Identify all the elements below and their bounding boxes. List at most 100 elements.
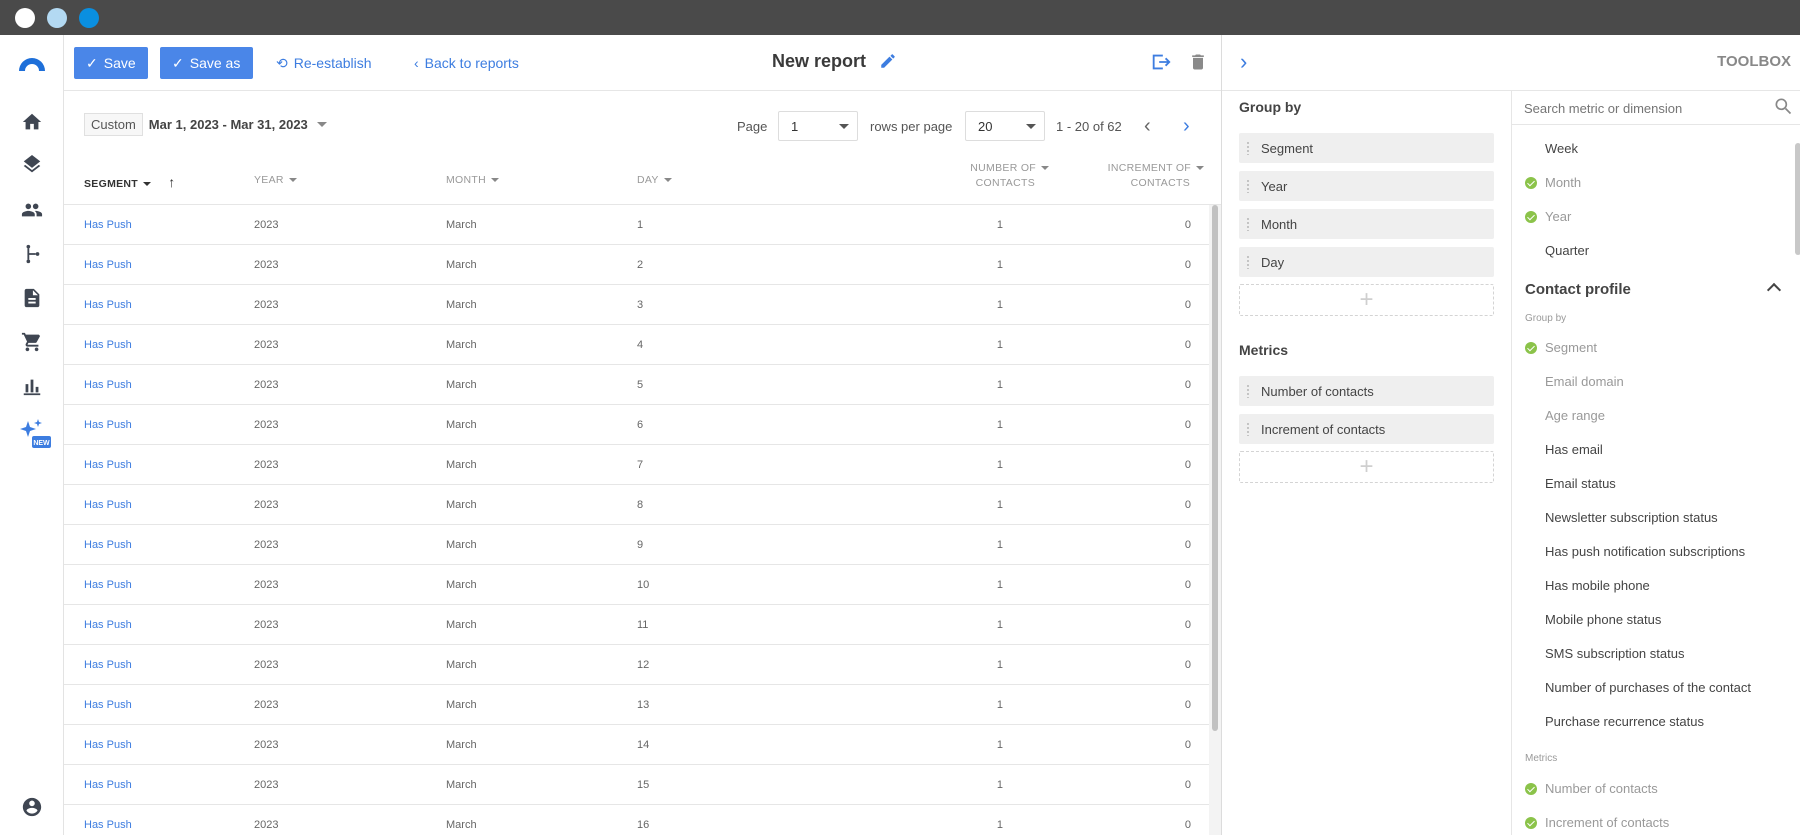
catalog-item[interactable]: Has push notification subscriptions bbox=[1545, 544, 1745, 559]
catalog-item[interactable]: Purchase recurrence status bbox=[1545, 714, 1704, 729]
catalog-item[interactable]: Year bbox=[1545, 209, 1571, 224]
page-select[interactable]: 1 bbox=[778, 111, 858, 141]
catalog-item[interactable]: Segment bbox=[1545, 340, 1597, 355]
catalog-item[interactable]: SMS subscription status bbox=[1545, 646, 1684, 661]
reestablish-button[interactable]: ⟲ Re-establish bbox=[276, 47, 372, 79]
table-row[interactable]: Has Push 2023 March 14 1 0 bbox=[64, 725, 1209, 765]
table-row[interactable]: Has Push 2023 March 12 1 0 bbox=[64, 645, 1209, 685]
table-row[interactable]: Has Push 2023 March 15 1 0 bbox=[64, 765, 1209, 805]
table-row[interactable]: Has Push 2023 March 11 1 0 bbox=[64, 605, 1209, 645]
catalog-item[interactable]: Has mobile phone bbox=[1545, 578, 1650, 593]
table-row[interactable]: Has Push 2023 March 7 1 0 bbox=[64, 445, 1209, 485]
window-close-button[interactable] bbox=[15, 8, 35, 28]
cell-segment[interactable]: Has Push bbox=[84, 499, 132, 511]
group-by-chip[interactable]: Year bbox=[1239, 171, 1494, 201]
table-row[interactable]: Has Push 2023 March 5 1 0 bbox=[64, 365, 1209, 405]
edit-title-icon[interactable] bbox=[879, 52, 897, 70]
table-row[interactable]: Has Push 2023 March 2 1 0 bbox=[64, 245, 1209, 285]
home-icon[interactable] bbox=[20, 110, 44, 134]
metrics-dropzone[interactable]: + bbox=[1239, 451, 1494, 483]
cell-segment[interactable]: Has Push bbox=[84, 379, 132, 391]
header-segment[interactable]: SEGMENT ↑ bbox=[84, 174, 176, 190]
header-day[interactable]: DAY bbox=[637, 174, 672, 186]
catalog-item[interactable]: Email domain bbox=[1545, 374, 1624, 389]
delete-icon[interactable] bbox=[1188, 51, 1208, 73]
table-row[interactable]: Has Push 2023 March 16 1 0 bbox=[64, 805, 1209, 835]
table-row[interactable]: Has Push 2023 March 6 1 0 bbox=[64, 405, 1209, 445]
header-increment-of-contacts[interactable]: INCREMENT OF CONTACTS bbox=[1084, 161, 1204, 191]
table-row[interactable]: Has Push 2023 March 4 1 0 bbox=[64, 325, 1209, 365]
scrollbar-thumb[interactable] bbox=[1212, 205, 1218, 731]
date-filter[interactable]: Custom Mar 1, 2023 - Mar 31, 2023 bbox=[84, 111, 327, 137]
cell-segment[interactable]: Has Push bbox=[84, 779, 132, 791]
catalog-item[interactable]: Has email bbox=[1545, 442, 1603, 457]
catalog-item[interactable]: Increment of contacts bbox=[1545, 815, 1669, 830]
group-by-dropzone[interactable]: + bbox=[1239, 284, 1494, 316]
catalog-item[interactable]: Number of purchases of the contact bbox=[1545, 680, 1751, 695]
cell-segment[interactable]: Has Push bbox=[84, 579, 132, 591]
flow-icon[interactable] bbox=[20, 242, 44, 266]
cell-segment[interactable]: Has Push bbox=[84, 539, 132, 551]
catalog-item[interactable]: Month bbox=[1545, 175, 1581, 190]
bar-chart-icon[interactable] bbox=[20, 374, 44, 398]
table-scrollbar[interactable] bbox=[1209, 205, 1221, 835]
cell-segment[interactable]: Has Push bbox=[84, 819, 132, 831]
search-input[interactable] bbox=[1524, 97, 1764, 119]
catalog-item[interactable]: Email status bbox=[1545, 476, 1616, 491]
catalog-item[interactable]: Age range bbox=[1545, 408, 1605, 423]
header-month[interactable]: MONTH bbox=[446, 174, 499, 186]
sparkle-new-icon[interactable]: NEW bbox=[18, 418, 52, 452]
table-row[interactable]: Has Push 2023 March 3 1 0 bbox=[64, 285, 1209, 325]
contacts-icon[interactable] bbox=[20, 198, 44, 222]
table-row[interactable]: Has Push 2023 March 9 1 0 bbox=[64, 525, 1209, 565]
catalog-item[interactable]: Quarter bbox=[1545, 243, 1589, 258]
header-year[interactable]: YEAR bbox=[254, 174, 297, 186]
logo-icon[interactable] bbox=[17, 51, 47, 75]
search-icon[interactable] bbox=[1773, 96, 1793, 116]
prev-page-button[interactable]: ‹ bbox=[1144, 111, 1151, 141]
drag-handle-icon[interactable] bbox=[1246, 422, 1250, 436]
rows-per-page-select[interactable]: 20 bbox=[965, 111, 1045, 141]
cell-segment[interactable]: Has Push bbox=[84, 739, 132, 751]
drag-handle-icon[interactable] bbox=[1246, 141, 1250, 155]
table-row[interactable]: Has Push 2023 March 8 1 0 bbox=[64, 485, 1209, 525]
sort-ascending-icon[interactable]: ↑ bbox=[168, 174, 175, 190]
catalog-scrollbar[interactable] bbox=[1795, 143, 1800, 255]
catalog-item[interactable]: Week bbox=[1545, 141, 1578, 156]
table-row[interactable]: Has Push 2023 March 10 1 0 bbox=[64, 565, 1209, 605]
catalog-item[interactable]: Number of contacts bbox=[1545, 781, 1658, 796]
save-button[interactable]: ✓ Save bbox=[74, 47, 148, 79]
save-as-button[interactable]: ✓ Save as bbox=[160, 47, 253, 79]
drag-handle-icon[interactable] bbox=[1246, 217, 1250, 231]
cell-segment[interactable]: Has Push bbox=[84, 699, 132, 711]
group-by-chip[interactable]: Month bbox=[1239, 209, 1494, 239]
cell-segment[interactable]: Has Push bbox=[84, 219, 132, 231]
metric-chip[interactable]: Increment of contacts bbox=[1239, 414, 1494, 444]
catalog-item[interactable]: Newsletter subscription status bbox=[1545, 510, 1718, 525]
cell-segment[interactable]: Has Push bbox=[84, 299, 132, 311]
window-maximize-button[interactable] bbox=[79, 8, 99, 28]
drag-handle-icon[interactable] bbox=[1246, 255, 1250, 269]
metric-chip[interactable]: Number of contacts bbox=[1239, 376, 1494, 406]
table-row[interactable]: Has Push 2023 March 13 1 0 bbox=[64, 685, 1209, 725]
cell-segment[interactable]: Has Push bbox=[84, 619, 132, 631]
drag-handle-icon[interactable] bbox=[1246, 179, 1250, 193]
cell-segment[interactable]: Has Push bbox=[84, 659, 132, 671]
group-by-chip[interactable]: Day bbox=[1239, 247, 1494, 277]
cell-segment[interactable]: Has Push bbox=[84, 259, 132, 271]
document-icon[interactable] bbox=[20, 286, 44, 310]
back-to-reports-link[interactable]: ‹ Back to reports bbox=[414, 47, 519, 79]
next-page-button[interactable]: › bbox=[1183, 111, 1190, 141]
contact-profile-title[interactable]: Contact profile bbox=[1525, 281, 1631, 298]
drag-handle-icon[interactable] bbox=[1246, 384, 1250, 398]
cell-segment[interactable]: Has Push bbox=[84, 339, 132, 351]
layers-icon[interactable] bbox=[20, 154, 44, 178]
table-row[interactable]: Has Push 2023 March 1 1 0 bbox=[64, 205, 1209, 245]
search-bar[interactable] bbox=[1512, 91, 1800, 125]
cell-segment[interactable]: Has Push bbox=[84, 419, 132, 431]
group-by-chip[interactable]: Segment bbox=[1239, 133, 1494, 163]
cart-icon[interactable] bbox=[20, 330, 44, 354]
collapse-panel-icon[interactable]: › bbox=[1240, 49, 1247, 75]
export-icon[interactable] bbox=[1150, 51, 1172, 73]
cell-segment[interactable]: Has Push bbox=[84, 459, 132, 471]
